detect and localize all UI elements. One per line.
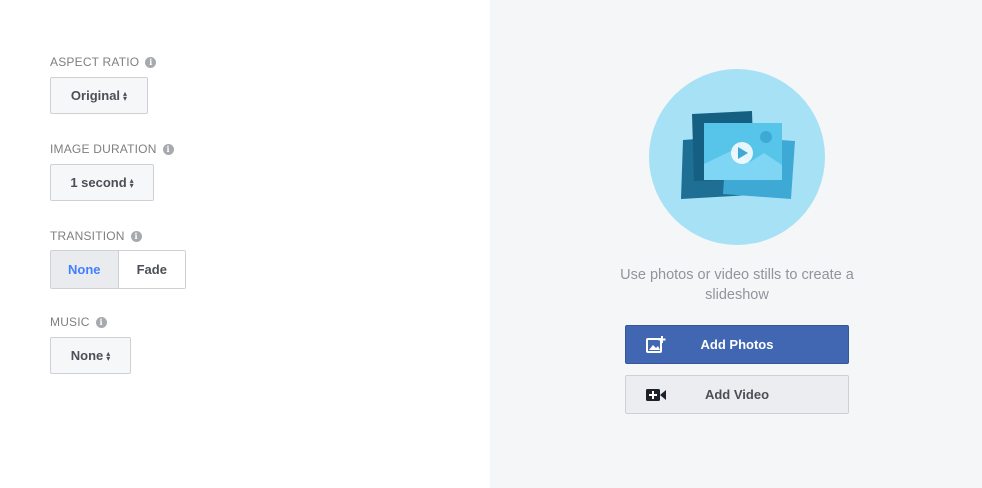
sort-caret-icon: ▴ ▾ — [106, 348, 111, 363]
info-icon[interactable]: i — [162, 143, 174, 155]
sort-caret-icon: ▴ ▾ — [123, 88, 128, 103]
info-icon[interactable]: i — [145, 56, 157, 68]
add-photo-icon — [646, 336, 666, 353]
slideshow-illustration-icon — [681, 111, 795, 199]
add-video-button[interactable]: Add Video — [625, 375, 849, 414]
info-icon[interactable]: i — [95, 316, 107, 328]
preview-panel: Use photos or video stills to create a s… — [490, 0, 982, 488]
transition-toggle: None Fade — [50, 250, 186, 289]
add-photos-button[interactable]: Add Photos — [625, 325, 849, 364]
slideshow-illustration — [649, 69, 825, 245]
transition-option-none[interactable]: None — [51, 251, 119, 288]
video-camera-icon — [646, 389, 666, 401]
slideshow-hint: Use photos or video stills to create a s… — [620, 267, 854, 303]
info-icon[interactable]: i — [130, 230, 142, 242]
image-duration-select[interactable]: 1 second ▴ ▾ — [50, 164, 154, 201]
sort-caret-icon: ▴ ▾ — [129, 175, 134, 190]
settings-panel: ASPECT RATIO i Original ▴ ▾ IMAGE DURATIO… — [0, 0, 490, 488]
aspect-ratio-select[interactable]: Original ▴ ▾ — [50, 77, 148, 114]
aspect-ratio-label: ASPECT RATIO i — [50, 55, 157, 69]
music-label: MUSIC i — [50, 315, 107, 329]
transition-label: TRANSITION i — [50, 229, 142, 243]
music-select[interactable]: None ▴ ▾ — [50, 337, 131, 374]
image-duration-label: IMAGE DURATION i — [50, 142, 174, 156]
transition-option-fade[interactable]: Fade — [118, 251, 185, 288]
